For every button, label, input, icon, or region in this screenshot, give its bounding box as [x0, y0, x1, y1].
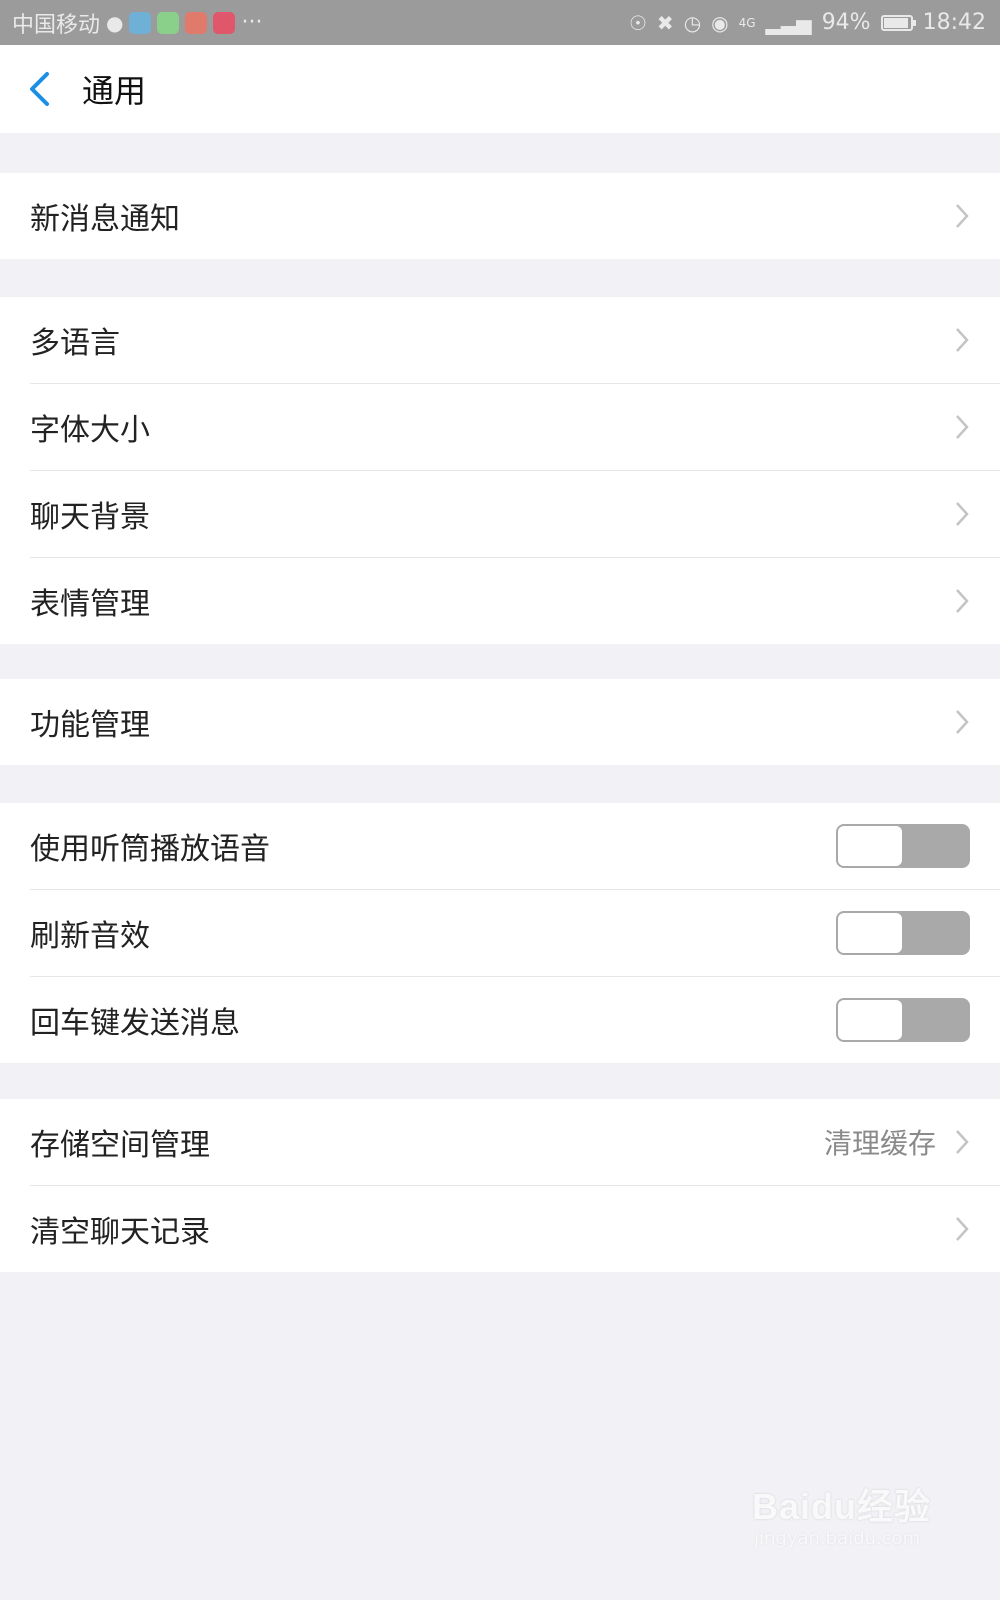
app-icon	[129, 11, 152, 34]
chevron-right-icon	[956, 415, 969, 439]
settings-group-display: 多语言 字体大小 聊天背景 表情管理	[0, 297, 1000, 644]
eye-comfort-icon: ◉	[711, 10, 729, 35]
row-label: 字体大小	[30, 413, 150, 448]
signal-icon: ▂▃▅	[765, 10, 812, 35]
clock: 18:42	[922, 10, 986, 35]
row-storage-management[interactable]: 存储空间管理 清理缓存	[0, 1099, 1000, 1185]
chevron-right-icon	[956, 710, 969, 734]
row-label: 功能管理	[30, 708, 150, 743]
alarm-icon: ◷	[683, 10, 702, 35]
enter-to-send-toggle[interactable]	[836, 998, 970, 1042]
toggle-knob	[838, 826, 902, 866]
row-label: 存储空间管理	[30, 1128, 210, 1163]
row-label: 使用听筒播放语音	[30, 832, 270, 867]
chevron-left-icon	[30, 72, 49, 106]
settings-group-notifications: 新消息通知	[0, 173, 1000, 259]
watermark-brand: Baidu经验	[752, 1486, 932, 1527]
row-label: 回车键发送消息	[30, 1006, 240, 1041]
row-chat-background[interactable]: 聊天背景	[0, 471, 1000, 557]
mute-icon: ✖	[656, 10, 674, 35]
back-button[interactable]	[0, 45, 80, 133]
watermark-url: jingyan.baidu.com	[754, 1528, 921, 1549]
row-label: 表情管理	[30, 587, 150, 622]
row-label: 聊天背景	[30, 500, 150, 535]
video-app-icon	[157, 11, 180, 34]
chevron-right-icon	[956, 1130, 969, 1154]
carrier-label: 中国移动	[12, 12, 101, 38]
baidu-jingyan-watermark: Baidu经验 jingyan.baidu.com	[752, 1460, 952, 1570]
earpiece-voice-toggle[interactable]	[836, 824, 970, 868]
toggle-knob	[838, 1000, 902, 1040]
toggle-knob	[838, 913, 902, 953]
nfc-icon: ☉	[628, 10, 647, 35]
more-notifications-icon: ···	[241, 10, 263, 35]
battery-icon	[880, 14, 916, 31]
row-label: 多语言	[30, 326, 120, 361]
chevron-right-icon	[956, 328, 969, 352]
notification-app-icon	[213, 11, 236, 34]
nav-bar: 通用	[0, 45, 1000, 133]
page-title: 通用	[82, 72, 147, 110]
clear-cache-hint: 清理缓存	[823, 1127, 936, 1160]
row-label: 新消息通知	[30, 202, 180, 237]
row-new-message-notification[interactable]: 新消息通知	[0, 173, 1000, 259]
status-bar: 中国移动 ● ··· ☉ ✖ ◷ ◉ 4G ▂▃▅ 94% 18:42	[0, 0, 1000, 45]
network-type: 4G	[738, 15, 756, 30]
row-language[interactable]: 多语言	[0, 297, 1000, 383]
settings-group-features: 功能管理	[0, 679, 1000, 765]
settings-group-toggles: 使用听筒播放语音 刷新音效 回车键发送消息	[0, 803, 1000, 1063]
row-label: 刷新音效	[30, 919, 150, 954]
row-font-size[interactable]: 字体大小	[0, 384, 1000, 470]
chevron-right-icon	[956, 589, 969, 613]
row-emoji-management[interactable]: 表情管理	[0, 558, 1000, 644]
row-clear-chat-history[interactable]: 清空聊天记录	[0, 1186, 1000, 1272]
row-enter-to-send: 回车键发送消息	[0, 977, 1000, 1063]
row-feature-management[interactable]: 功能管理	[0, 679, 1000, 765]
row-refresh-sound: 刷新音效	[0, 890, 1000, 976]
wechat-icon: ●	[106, 10, 124, 35]
settings-group-storage: 存储空间管理 清理缓存 清空聊天记录	[0, 1099, 1000, 1272]
chevron-right-icon	[956, 502, 969, 526]
row-label: 清空聊天记录	[30, 1215, 210, 1250]
chevron-right-icon	[956, 204, 969, 228]
row-earpiece-voice: 使用听筒播放语音	[0, 803, 1000, 889]
refresh-sound-toggle[interactable]	[836, 911, 970, 955]
weibo-icon	[185, 11, 208, 34]
chevron-right-icon	[956, 1217, 969, 1241]
battery-percent: 94%	[821, 10, 871, 35]
